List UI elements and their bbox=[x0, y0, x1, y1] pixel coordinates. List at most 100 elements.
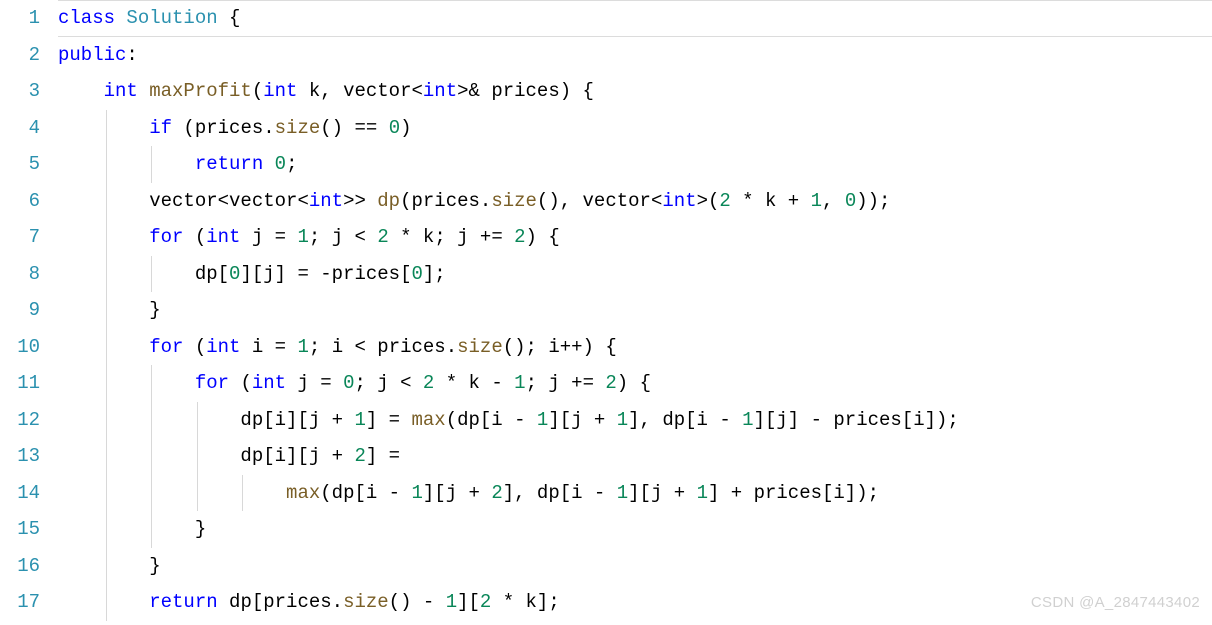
code-token: 1 bbox=[537, 409, 548, 431]
code-token: 1 bbox=[617, 482, 628, 504]
code-token: 2 bbox=[354, 445, 365, 467]
code-token: (prices. bbox=[400, 190, 491, 212]
code-token: 2 bbox=[491, 482, 502, 504]
code-token: dp bbox=[377, 190, 400, 212]
code-line[interactable]: return dp[prices.size() - 1][2 * k]; bbox=[58, 584, 1212, 621]
code-token: >> bbox=[343, 190, 377, 212]
code-token: size bbox=[275, 117, 321, 139]
line-number: 2 bbox=[0, 37, 40, 74]
code-token: 0 bbox=[411, 263, 422, 285]
code-token: ; i < prices. bbox=[309, 336, 457, 358]
code-token: int bbox=[662, 190, 696, 212]
code-token: int bbox=[206, 336, 240, 358]
code-token: ][j + bbox=[628, 482, 696, 504]
code-token: ; j < bbox=[309, 226, 377, 248]
code-token: * k]; bbox=[491, 591, 559, 613]
code-token: , bbox=[822, 190, 845, 212]
code-line[interactable]: max(dp[i - 1][j + 2], dp[i - 1][j + 1] +… bbox=[58, 475, 1212, 512]
code-token: 1 bbox=[697, 482, 708, 504]
code-line[interactable]: for (int i = 1; i < prices.size(); i++) … bbox=[58, 329, 1212, 366]
code-token: 1 bbox=[617, 409, 628, 431]
code-line[interactable]: int maxProfit(int k, vector<int>& prices… bbox=[58, 73, 1212, 110]
code-token: 2 bbox=[377, 226, 388, 248]
code-area[interactable]: class Solution {public: int maxProfit(in… bbox=[58, 0, 1212, 621]
code-token: return bbox=[149, 591, 217, 613]
code-token: size bbox=[457, 336, 503, 358]
code-token: ; j < bbox=[355, 372, 423, 394]
code-token: 0 bbox=[343, 372, 354, 394]
code-token: ][j] - prices[i]); bbox=[754, 409, 959, 431]
code-token: int bbox=[252, 372, 286, 394]
code-token: 1 bbox=[297, 336, 308, 358]
code-token: ( bbox=[183, 336, 206, 358]
code-token: max bbox=[286, 482, 320, 504]
code-token bbox=[58, 226, 149, 248]
code-line[interactable]: dp[i][j + 2] = bbox=[58, 438, 1212, 475]
code-line[interactable]: } bbox=[58, 548, 1212, 585]
code-token bbox=[58, 591, 149, 613]
code-token: ]; bbox=[423, 263, 446, 285]
code-token: 1 bbox=[811, 190, 822, 212]
code-token: 1 bbox=[742, 409, 753, 431]
code-token: 2 bbox=[480, 591, 491, 613]
code-line[interactable]: dp[i][j + 1] = max(dp[i - 1][j + 1], dp[… bbox=[58, 402, 1212, 439]
code-token: maxProfit bbox=[149, 80, 252, 102]
code-token: public bbox=[58, 44, 126, 66]
line-number: 4 bbox=[0, 110, 40, 147]
code-token: * k + bbox=[731, 190, 811, 212]
code-token: ] = bbox=[366, 409, 412, 431]
code-token: >( bbox=[697, 190, 720, 212]
code-line[interactable]: for (int j = 0; j < 2 * k - 1; j += 2) { bbox=[58, 365, 1212, 402]
code-token: 2 bbox=[423, 372, 434, 394]
code-token: j = bbox=[240, 226, 297, 248]
line-number: 5 bbox=[0, 146, 40, 183]
code-token: 2 bbox=[605, 372, 616, 394]
code-token: 1 bbox=[354, 409, 365, 431]
code-token: () - bbox=[389, 591, 446, 613]
code-token: for bbox=[149, 336, 183, 358]
code-token: Solution bbox=[126, 7, 217, 29]
code-line[interactable]: } bbox=[58, 511, 1212, 548]
code-token: ][j] = -prices[ bbox=[240, 263, 411, 285]
code-token: int bbox=[309, 190, 343, 212]
code-token bbox=[58, 80, 104, 102]
code-token: ) { bbox=[526, 226, 560, 248]
code-token: { bbox=[218, 7, 241, 29]
code-line[interactable]: class Solution { bbox=[58, 0, 1212, 37]
code-line[interactable]: for (int j = 1; j < 2 * k; j += 2) { bbox=[58, 219, 1212, 256]
code-line[interactable]: dp[0][j] = -prices[0]; bbox=[58, 256, 1212, 293]
code-token: 1 bbox=[297, 226, 308, 248]
code-token: ][ bbox=[457, 591, 480, 613]
code-token: j = bbox=[286, 372, 343, 394]
code-token: (dp[i - bbox=[446, 409, 537, 431]
code-line[interactable]: } bbox=[58, 292, 1212, 329]
code-line[interactable]: public: bbox=[58, 37, 1212, 74]
code-token: dp[i][j + bbox=[58, 409, 354, 431]
code-token: ) { bbox=[617, 372, 651, 394]
code-token: ] = bbox=[366, 445, 400, 467]
code-token: ( bbox=[229, 372, 252, 394]
code-token: ], dp[i - bbox=[628, 409, 742, 431]
code-token: ][j + bbox=[423, 482, 491, 504]
code-token: dp[i][j + bbox=[58, 445, 354, 467]
code-token: 0 bbox=[229, 263, 240, 285]
code-token: dp[ bbox=[58, 263, 229, 285]
code-token: for bbox=[195, 372, 229, 394]
code-line[interactable]: return 0; bbox=[58, 146, 1212, 183]
code-token: 0 bbox=[275, 153, 286, 175]
code-token: ( bbox=[183, 226, 206, 248]
code-token: >& prices) { bbox=[457, 80, 594, 102]
code-line[interactable]: vector<vector<int>> dp(prices.size(), ve… bbox=[58, 183, 1212, 220]
line-number: 10 bbox=[0, 329, 40, 366]
code-token bbox=[58, 482, 286, 504]
code-token: max bbox=[411, 409, 445, 431]
code-token: i = bbox=[240, 336, 297, 358]
code-token: class bbox=[58, 7, 126, 29]
code-token: 2 bbox=[514, 226, 525, 248]
code-line[interactable]: if (prices.size() == 0) bbox=[58, 110, 1212, 147]
code-token: )); bbox=[856, 190, 890, 212]
code-token: () == bbox=[320, 117, 388, 139]
code-token: for bbox=[149, 226, 183, 248]
code-token: 1 bbox=[514, 372, 525, 394]
code-token: if bbox=[149, 117, 172, 139]
